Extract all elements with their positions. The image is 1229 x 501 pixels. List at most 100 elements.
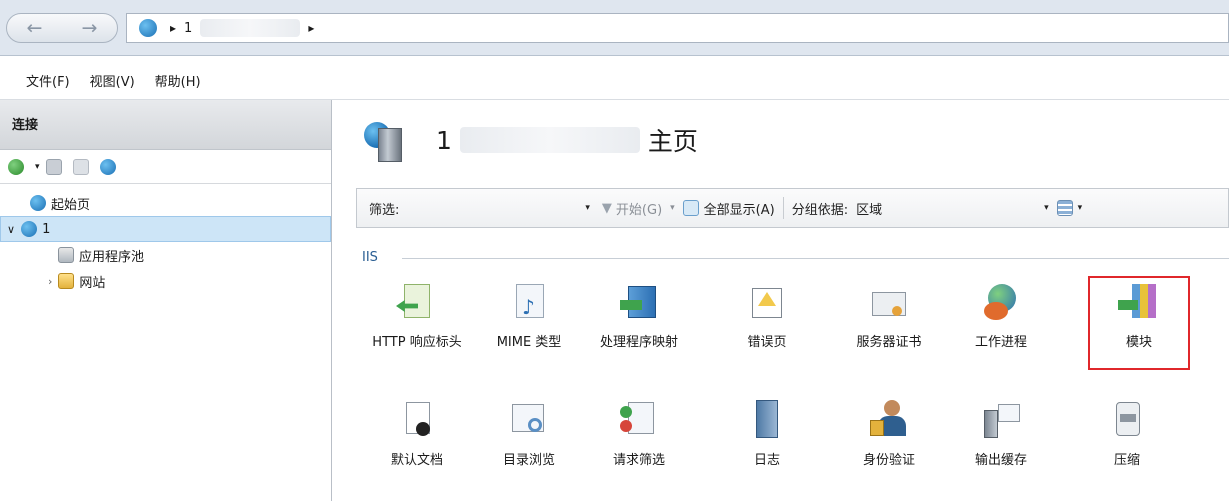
start-page-icon [30, 195, 46, 211]
filter-input[interactable] [399, 196, 585, 220]
connections-title: 连接 [0, 100, 331, 150]
menu-file[interactable]: 文件(F) [26, 71, 70, 90]
tree-label-server: 1 [42, 221, 51, 237]
tree-label-sites: 网站 [79, 275, 106, 291]
server-certs-icon [868, 282, 910, 328]
address-bar: ← → ▸ 1 ▸ [0, 0, 1229, 56]
feature-output-caching[interactable]: 输出缓存 [946, 400, 1056, 472]
feature-authentication[interactable]: 身份验证 [834, 400, 944, 472]
breadcrumb-arrow-2[interactable]: ▸ [308, 21, 314, 35]
forward-icon[interactable]: → [82, 17, 98, 39]
group-by-label: 分组依据: [791, 202, 849, 218]
nav-buttons: ← → [6, 13, 118, 43]
filter-dropdown-icon[interactable]: ▾ [585, 203, 590, 213]
funnel-icon: ▼ [601, 200, 612, 216]
server-node-icon [21, 221, 38, 237]
expand-icon[interactable]: ∨ [7, 223, 15, 236]
app-pool-icon [58, 247, 74, 263]
feature-label: 请求筛选 [612, 453, 665, 468]
worker-processes-icon [980, 282, 1022, 328]
feature-label: 输出缓存 [974, 453, 1027, 468]
tree-item-sites[interactable]: › 网站 [0, 268, 331, 294]
sites-folder-icon [58, 273, 75, 289]
go-button[interactable]: 开始(G) [616, 199, 662, 218]
tree-label-start-page: 起始页 [51, 197, 91, 213]
back-icon[interactable]: ← [27, 17, 43, 39]
feature-label: 工作进程 [974, 335, 1027, 350]
feature-http-headers[interactable]: HTTP 响应标头 [362, 282, 472, 354]
feature-label: 身份验证 [862, 453, 915, 468]
group-by-dropdown-icon[interactable]: ▾ [1044, 203, 1049, 213]
breadcrumb-server[interactable]: 1 [184, 21, 192, 36]
feature-error-pages[interactable]: 错误页 [712, 282, 822, 354]
title-suffix: 主页 [647, 127, 698, 156]
menu-help[interactable]: 帮助(H) [155, 71, 201, 90]
feature-label: 处理程序映射 [599, 335, 678, 350]
dropdown-icon[interactable]: ▾ [35, 162, 40, 172]
redacted-name [200, 19, 301, 37]
tree-label-app-pools: 应用程序池 [79, 249, 145, 265]
feature-label: 错误页 [747, 335, 787, 350]
filter-separator [782, 197, 784, 219]
tree-item-app-pools[interactable]: 应用程序池 [0, 242, 331, 268]
compression-icon [1106, 400, 1148, 446]
menu-bar: 文件(F) 视图(V) 帮助(H) [0, 62, 1229, 100]
group-header-iis: IIS [362, 250, 378, 265]
group-by-select[interactable]: 区域 [856, 199, 1044, 218]
show-all-icon [682, 200, 699, 216]
view-icon[interactable] [1056, 200, 1073, 216]
feature-directory-browsing[interactable]: 目录浏览 [474, 400, 584, 472]
tree-item-server[interactable]: ∨ 1 [0, 216, 331, 242]
feature-label: 服务器证书 [856, 335, 922, 350]
title-prefix: 1 [436, 125, 452, 155]
feature-label: 目录浏览 [502, 453, 555, 468]
server-icon-large [364, 118, 406, 162]
up-icon[interactable] [72, 158, 89, 175]
main-pane: 1 主页 筛选: ▾ ▼ 开始(G) ▾ 全部显示(A) 分组依据: 区域 ▾ … [334, 100, 1229, 501]
feature-logging[interactable]: 日志 [712, 400, 822, 472]
redacted-title [459, 127, 640, 153]
tree-item-start-page[interactable]: 起始页 [0, 190, 331, 216]
connections-toolbar: ▾ [0, 150, 331, 184]
connections-pane: 连接 ▾ 起始页 ∨ 1 应用程序池 › 网站 [0, 100, 332, 501]
connections-tree: 起始页 ∨ 1 应用程序池 › 网站 [0, 184, 331, 294]
feature-label: MIME 类型 [496, 335, 562, 350]
address-box[interactable]: ▸ 1 ▸ [126, 13, 1229, 43]
group-divider [402, 258, 1229, 259]
error-pages-icon [746, 282, 788, 328]
highlight-box [1088, 276, 1190, 370]
handler-mappings-icon [618, 282, 660, 328]
connect-site-icon[interactable] [99, 158, 116, 175]
feature-label: 压缩 [1113, 453, 1140, 468]
http-headers-icon [396, 282, 438, 328]
feature-label: HTTP 响应标头 [372, 335, 462, 350]
feature-request-filtering[interactable]: 请求筛选 [584, 400, 694, 472]
feature-mime-types[interactable]: ♪ MIME 类型 [474, 282, 584, 354]
filter-label: 筛选: [369, 202, 400, 218]
authentication-icon [868, 400, 910, 446]
server-icon [139, 19, 157, 37]
connect-icon[interactable] [8, 158, 24, 175]
menu-view[interactable]: 视图(V) [90, 71, 135, 90]
page-title: 1 主页 [364, 118, 698, 162]
logging-icon [746, 400, 788, 446]
go-dropdown-icon[interactable]: ▾ [670, 203, 675, 213]
mime-types-icon: ♪ [508, 282, 550, 328]
feature-server-certs[interactable]: 服务器证书 [834, 282, 944, 354]
view-dropdown-icon[interactable]: ▾ [1078, 203, 1083, 213]
feature-label: 默认文档 [390, 453, 443, 468]
feature-handler-mappings[interactable]: 处理程序映射 [584, 282, 694, 354]
output-caching-icon [980, 400, 1022, 446]
request-filtering-icon [618, 400, 660, 446]
default-document-icon [396, 400, 438, 446]
breadcrumb-arrow: ▸ [170, 21, 177, 35]
feature-default-document[interactable]: 默认文档 [362, 400, 472, 472]
filter-bar: 筛选: ▾ ▼ 开始(G) ▾ 全部显示(A) 分组依据: 区域 ▾ ▾ [356, 188, 1229, 228]
collapse-icon[interactable]: › [48, 275, 52, 288]
directory-browsing-icon [508, 400, 550, 446]
feature-worker-processes[interactable]: 工作进程 [946, 282, 1056, 354]
feature-label: 日志 [753, 453, 780, 468]
feature-compression[interactable]: 压缩 [1072, 400, 1182, 472]
save-icon[interactable] [45, 158, 62, 175]
show-all-button[interactable]: 全部显示(A) [704, 199, 775, 218]
